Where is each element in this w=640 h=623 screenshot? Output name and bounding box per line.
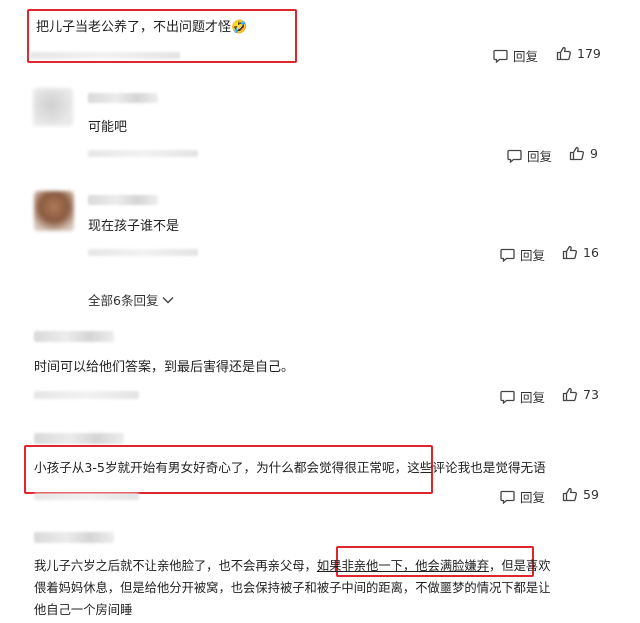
comment-meta-blurred [88, 150, 198, 157]
thumbs-up-icon [562, 487, 578, 502]
comment-text: 时间可以给他们答案，到最后害得还是自己。 [34, 360, 295, 375]
expand-replies-label: 全部6条回复 [88, 293, 159, 308]
reply-label: 回复 [520, 390, 546, 405]
expand-replies-button[interactable]: 全部6条回复 [88, 290, 174, 309]
like-button[interactable]: 73 [562, 387, 599, 402]
reply-button[interactable]: 回复 [500, 387, 545, 406]
thumbs-up-icon [562, 387, 578, 402]
like-button[interactable]: 16 [562, 245, 599, 260]
comment-text: 小孩子从3-5岁就开始有男女好奇心了，为什么都会觉得很正常呢，这些评论我也是觉得… [34, 460, 546, 475]
comment-text: 现在孩子谁不是 [88, 219, 180, 234]
comment-bubble-icon [500, 490, 515, 504]
comment-text: 把儿子当老公养了，不出问题才怪🤣 [36, 20, 248, 35]
username-blurred [34, 331, 114, 342]
comment-meta-blurred [88, 249, 198, 256]
comment-text-line-3: 他自己一个房间睡 [34, 603, 133, 617]
comment-text-part: 我儿子六岁之后就不让亲他脸了，也不会再亲父母， [34, 559, 317, 573]
like-count: 73 [583, 387, 599, 402]
comment-bubble-icon [507, 149, 522, 163]
thumbs-up-icon [556, 46, 572, 61]
comment-text-highlight: 如果非亲他一下，他会满脸嫌弃 [316, 559, 490, 573]
comment-meta-blurred [30, 52, 180, 59]
thumbs-up-icon [562, 245, 578, 260]
reply-button[interactable]: 回复 [493, 46, 538, 65]
like-count: 16 [583, 245, 599, 260]
reply-label: 回复 [513, 49, 539, 64]
thumbs-up-icon [569, 146, 585, 161]
username-blurred [34, 532, 114, 543]
like-count: 9 [590, 146, 598, 161]
username-blurred [34, 433, 124, 444]
comment-bubble-icon [500, 390, 515, 404]
avatar [34, 191, 74, 231]
comment-meta-blurred [34, 493, 139, 500]
like-button[interactable]: 59 [562, 487, 599, 502]
like-count: 59 [583, 487, 599, 502]
like-button[interactable]: 9 [569, 146, 598, 161]
reply-button[interactable]: 回复 [500, 245, 545, 264]
comment-bubble-icon [493, 49, 508, 63]
like-button[interactable]: 179 [556, 46, 601, 61]
reply-label: 回复 [520, 490, 546, 505]
reply-label: 回复 [520, 248, 546, 263]
reply-label: 回复 [527, 149, 553, 164]
reply-button[interactable]: 回复 [507, 146, 552, 165]
comment-text-part: ，但是喜欢 [489, 559, 551, 573]
chevron-down-icon [162, 296, 174, 304]
comment-meta-blurred [34, 391, 139, 399]
like-count: 179 [577, 46, 601, 61]
comment-text: 可能吧 [88, 120, 128, 135]
avatar [33, 88, 73, 126]
comment-bubble-icon [500, 248, 515, 262]
username-blurred [88, 93, 158, 103]
reply-button[interactable]: 回复 [500, 487, 545, 506]
comment-text-line-2: 偎着妈妈休息，但是给他分开被窝，也会保持被子和被子中间的距离，不做噩梦的情况下都… [34, 581, 551, 595]
username-blurred [88, 195, 158, 205]
comment-text-line-1: 我儿子六岁之后就不让亲他脸了，也不会再亲父母，如果非亲他一下，他会满脸嫌弃，但是… [34, 556, 551, 576]
